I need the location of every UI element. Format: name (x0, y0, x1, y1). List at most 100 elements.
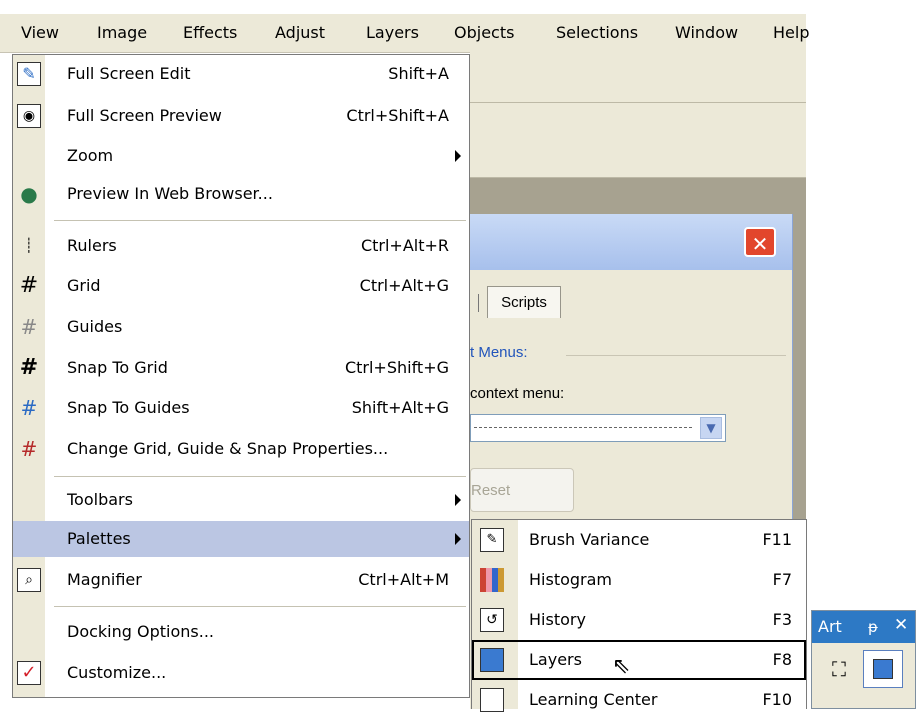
context-menu-select[interactable] (470, 414, 726, 442)
menu-item-rulers[interactable]: ┊ Rulers Ctrl+Alt+R (13, 228, 469, 264)
magnifier-icon: ⌕ (17, 568, 41, 592)
menu-item-shortcut: Ctrl+Alt+R (360, 236, 449, 255)
menu-item-label: Zoom (67, 146, 114, 165)
layers-icon (480, 648, 504, 672)
snap-grid-icon: # (19, 355, 39, 380)
menu-item-shortcut: Ctrl+Alt+G (359, 276, 449, 295)
menu-selections[interactable]: Selections (556, 23, 638, 42)
layers-palette-icon[interactable] (863, 650, 903, 688)
submenu-item-label: Histogram (529, 570, 612, 589)
menu-item-label: Toolbars (67, 490, 133, 509)
submenu-item-learning-center[interactable]: Learning Center F10 (472, 680, 806, 720)
menu-item-label: Change Grid, Guide & Snap Properties... (67, 439, 389, 458)
grid-icon: # (19, 273, 39, 298)
art-palette-title-bar: Art ᵽ ✕ (812, 611, 915, 643)
menu-item-palettes[interactable]: Palettes (13, 521, 469, 557)
submenu-arrow-icon (455, 494, 461, 506)
history-icon: ↺ (480, 608, 504, 632)
menu-item-label: Palettes (67, 529, 131, 548)
toolbar (470, 52, 806, 137)
guides-icon: # (20, 315, 38, 339)
menu-item-label: Guides (67, 317, 123, 336)
submenu-item-history[interactable]: ↺ History F3 (472, 600, 806, 640)
menu-item-docking-options[interactable]: Docking Options... (13, 614, 469, 650)
menu-item-magnifier[interactable]: ⌕ Magnifier Ctrl+Alt+M (13, 562, 469, 598)
dialog-close-button[interactable]: ✕ (744, 227, 776, 257)
menu-item-guides[interactable]: # Guides (13, 309, 469, 345)
checkbox-icon: ✓ (17, 661, 41, 685)
submenu-item-label: History (529, 610, 586, 629)
menu-item-snap-to-guides[interactable]: # Snap To Guides Shift+Alt+G (13, 390, 469, 426)
layers-icon (873, 659, 893, 679)
menu-item-label: Grid (67, 276, 101, 295)
snap-guides-icon: # (20, 396, 38, 420)
menu-adjust[interactable]: Adjust (275, 23, 325, 42)
group-divider (566, 355, 786, 356)
grid-properties-icon: # (20, 437, 38, 461)
menu-item-toolbars[interactable]: Toolbars (13, 482, 469, 518)
menu-item-label: Snap To Grid (67, 358, 168, 377)
menu-item-customize[interactable]: ✓ Customize... (13, 655, 469, 691)
menu-item-zoom[interactable]: Zoom (13, 138, 469, 174)
submenu-item-shortcut: F11 (762, 530, 792, 549)
menu-help[interactable]: Help (773, 23, 809, 42)
submenu-item-shortcut: F8 (772, 650, 792, 669)
submenu-item-layers[interactable]: Layers F8 ⇖ (472, 640, 806, 680)
submenu-item-label: Learning Center (529, 690, 658, 709)
submenu-item-label: Layers (529, 650, 582, 669)
tab-scripts[interactable]: Scripts (487, 286, 561, 318)
menu-item-shortcut: Ctrl+Alt+M (358, 570, 449, 589)
menu-item-full-screen-preview[interactable]: ◉ Full Screen Preview Ctrl+Shift+A (13, 98, 469, 134)
menu-separator (54, 606, 466, 607)
close-icon[interactable]: ✕ (894, 615, 908, 635)
menu-item-label: Preview In Web Browser... (67, 184, 273, 203)
submenu-item-label: Brush Variance (529, 530, 650, 549)
menu-objects[interactable]: Objects (454, 23, 514, 42)
submenu-item-shortcut: F10 (762, 690, 792, 709)
menu-item-preview-web-browser[interactable]: ● Preview In Web Browser... (13, 176, 469, 212)
pin-icon[interactable]: ᵽ (868, 618, 878, 636)
menu-image[interactable]: Image (97, 23, 147, 42)
menu-item-snap-to-grid[interactable]: # Snap To Grid Ctrl+Shift+G (13, 350, 469, 386)
select-placeholder (474, 427, 692, 428)
toolbar-2 (470, 103, 806, 259)
brush-variance-icon: ✎ (480, 528, 504, 552)
menu-item-label: Magnifier (67, 570, 142, 589)
menu-bar: View Image Effects Adjust Layers Objects… (0, 14, 809, 53)
learning-center-icon (480, 688, 504, 712)
submenu-arrow-icon (455, 533, 461, 545)
submenu-item-histogram[interactable]: Histogram F7 (472, 560, 806, 600)
art-tool-icon[interactable]: ⛶ (822, 652, 856, 686)
menu-item-grid-properties[interactable]: # Change Grid, Guide & Snap Properties..… (13, 431, 469, 467)
menu-item-full-screen-edit[interactable]: ✎ Full Screen Edit Shift+A (13, 56, 469, 92)
menu-item-shortcut: Shift+A (388, 64, 449, 83)
chevron-down-icon[interactable]: ▼ (700, 417, 722, 439)
menu-item-label: Rulers (67, 236, 117, 255)
menu-effects[interactable]: Effects (183, 23, 237, 42)
globe-icon: ● (20, 182, 38, 206)
menu-item-label: Snap To Guides (67, 398, 190, 417)
submenu-item-brush-variance[interactable]: ✎ Brush Variance F11 (472, 520, 806, 560)
reset-button[interactable]: Reset (470, 468, 574, 512)
menu-view[interactable]: View (21, 23, 59, 42)
tab-separator (478, 294, 479, 312)
menu-item-label: Full Screen Edit (67, 64, 191, 83)
menu-layers[interactable]: Layers (366, 23, 419, 42)
submenu-item-shortcut: F3 (772, 610, 792, 629)
context-menu-label: context menu: (470, 385, 565, 402)
menu-separator (54, 476, 466, 477)
menu-item-shortcut: Shift+Alt+G (351, 398, 449, 417)
menu-separator (54, 220, 466, 221)
submenu-item-shortcut: F7 (772, 570, 792, 589)
group-label: t Menus: (470, 344, 528, 361)
art-palette-title: Art (818, 617, 842, 636)
menu-window[interactable]: Window (675, 23, 738, 42)
menu-item-shortcut: Ctrl+Shift+A (346, 106, 449, 125)
menu-item-label: Full Screen Preview (67, 106, 222, 125)
menu-item-grid[interactable]: # Grid Ctrl+Alt+G (13, 268, 469, 304)
submenu-arrow-icon (455, 150, 461, 162)
menu-item-label: Customize... (67, 663, 167, 682)
eye-icon: ◉ (17, 104, 41, 128)
menu-item-shortcut: Ctrl+Shift+G (344, 358, 449, 377)
menu-item-label: Docking Options... (67, 622, 214, 641)
